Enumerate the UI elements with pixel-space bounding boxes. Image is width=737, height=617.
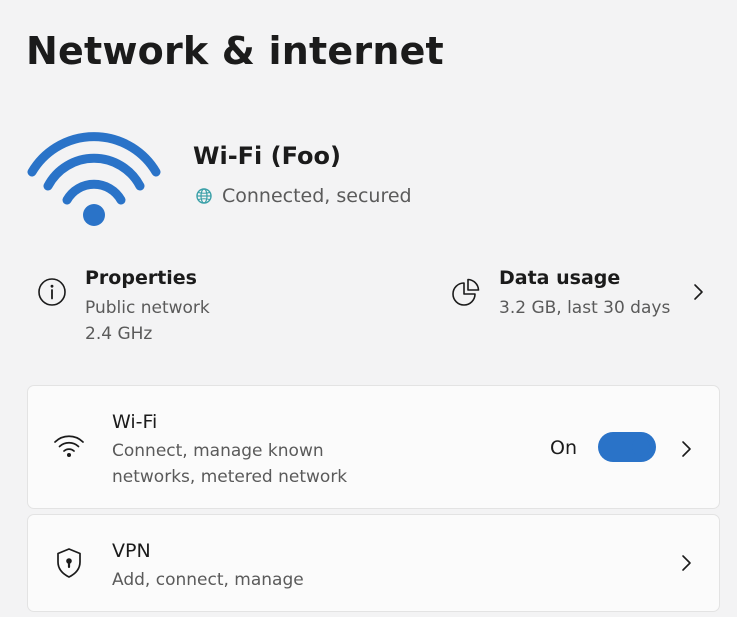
toggle-knob [632, 438, 650, 456]
properties-link[interactable]: Properties Public network 2.4 GHz [37, 263, 367, 353]
vpn-card-subtitle: Add, connect, manage [112, 570, 304, 590]
data-usage-title: Data usage [499, 267, 621, 289]
connection-status: Connected, secured [195, 183, 412, 209]
wifi-card-title: Wi-Fi [112, 411, 158, 433]
info-icon [37, 277, 67, 307]
vpn-card-title: VPN [112, 540, 151, 562]
globe-icon [195, 187, 213, 205]
wifi-large-icon [26, 120, 162, 230]
chevron-right-icon [679, 440, 693, 458]
wifi-toggle[interactable] [598, 432, 656, 462]
chevron-right-icon [691, 283, 705, 301]
pie-chart-icon [451, 277, 481, 307]
properties-title: Properties [85, 267, 197, 289]
status-text: Connected, secured [222, 185, 412, 207]
wifi-card-subtitle: Connect, manage known networks, metered … [112, 441, 348, 487]
network-name: Wi-Fi (Foo) [193, 142, 341, 170]
wifi-settings-card[interactable]: Wi-Fi Connect, manage known networks, me… [27, 385, 720, 509]
data-usage-link[interactable]: Data usage 3.2 GB, last 30 days [451, 263, 721, 353]
network-band: 2.4 GHz [85, 324, 153, 344]
wifi-toggle-label: On [550, 437, 577, 459]
page-title: Network & internet [26, 29, 444, 73]
data-usage-amount: 3.2 GB, last 30 days [499, 298, 671, 318]
shield-icon [52, 546, 86, 580]
wifi-icon [52, 430, 86, 464]
chevron-right-icon [679, 554, 693, 572]
connection-hero: Wi-Fi (Foo) Connected, secured [0, 110, 737, 230]
vpn-settings-card[interactable]: VPN Add, connect, manage [27, 514, 720, 612]
network-profile: Public network [85, 298, 210, 318]
